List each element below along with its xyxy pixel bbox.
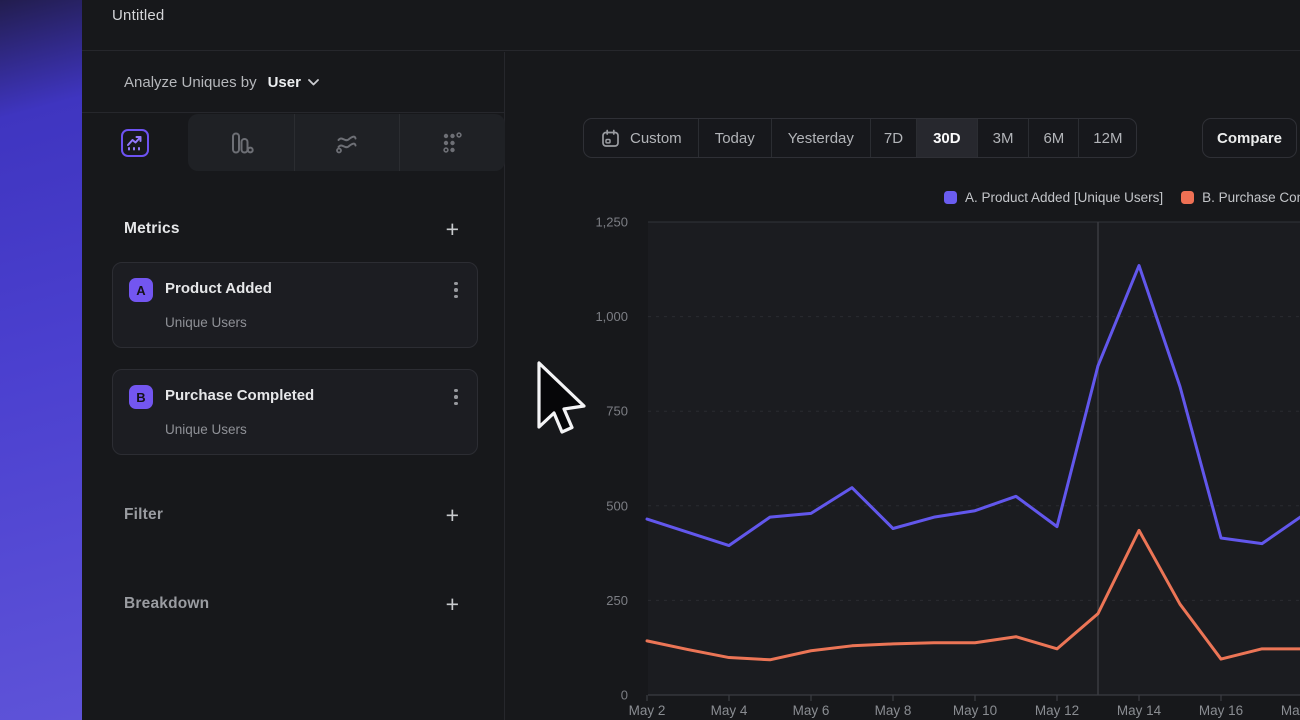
- left-gradient-strip: [0, 0, 82, 720]
- compare-button[interactable]: Compare: [1202, 118, 1297, 158]
- legend-swatch-a: [944, 191, 957, 204]
- metric-name: Purchase Completed: [165, 387, 314, 404]
- tab-grid-dots[interactable]: [399, 114, 505, 171]
- metric-card-b[interactable]: B Purchase Completed Unique Users: [112, 369, 478, 455]
- analyze-by-label: Analyze Uniques by: [124, 74, 257, 91]
- legend-label: A. Product Added [Unique Users]: [965, 190, 1163, 205]
- metric-subtitle: Unique Users: [165, 315, 247, 330]
- metric-subtitle: Unique Users: [165, 422, 247, 437]
- range-label: 3M: [993, 130, 1014, 147]
- x-axis-label: May 6: [793, 703, 830, 718]
- sidebar: Analyze Uniques by User: [82, 52, 505, 720]
- compare-label: Compare: [1217, 130, 1282, 147]
- tab-bar-chart[interactable]: [188, 114, 294, 171]
- legend-swatch-b: [1181, 191, 1194, 204]
- metrics-title: Metrics: [124, 220, 180, 238]
- stream-icon: [334, 130, 360, 156]
- metric-badge-a: A: [129, 278, 153, 302]
- tab-stream[interactable]: [294, 114, 400, 171]
- range-button-yesterday[interactable]: Yesterday: [771, 119, 870, 157]
- top-bar: Untitled: [82, 0, 1300, 51]
- range-label: 6M: [1043, 130, 1064, 147]
- filter-header: Filter +: [82, 500, 504, 530]
- date-range-selector: Custom Today Yesterday 7D 30D 3M 6M 12M: [583, 118, 1137, 158]
- y-axis-label: 1,000: [595, 309, 628, 324]
- metric-card-a[interactable]: A Product Added Unique Users: [112, 262, 478, 348]
- range-button-custom[interactable]: Custom: [584, 119, 698, 157]
- range-button-7d[interactable]: 7D: [870, 119, 916, 157]
- y-axis-label: 500: [606, 498, 628, 513]
- metric-name: Product Added: [165, 280, 272, 297]
- plot-area: [648, 222, 1300, 695]
- y-axis-label: 750: [606, 404, 628, 419]
- x-axis-label: May 18: [1281, 703, 1300, 718]
- app-window: Untitled Analyze Uniques by User: [0, 0, 1300, 720]
- x-axis-label: May 4: [711, 703, 748, 718]
- chart-panel: 0 250 500 750 1,000 1,250 May 2 May 4 May 6 May 8…: [505, 51, 1300, 720]
- x-axis-label: May 14: [1117, 703, 1162, 718]
- range-button-today[interactable]: Today: [698, 119, 771, 157]
- analyze-by-value: User: [268, 74, 301, 91]
- y-axis-label: 1,250: [595, 215, 628, 230]
- add-breakdown-button[interactable]: +: [446, 593, 459, 615]
- range-label: Today: [715, 130, 755, 147]
- x-axis-label: May 16: [1199, 703, 1243, 718]
- bar-chart-icon: [228, 130, 254, 156]
- analyze-by-row: Analyze Uniques by User: [82, 52, 504, 113]
- range-button-3m[interactable]: 3M: [977, 119, 1029, 157]
- range-button-12m[interactable]: 12M: [1078, 119, 1136, 157]
- add-metric-button[interactable]: +: [446, 218, 459, 240]
- breakdown-title: Breakdown: [124, 595, 209, 613]
- legend-item-b[interactable]: B. Purchase Completed [Unique Users]: [1181, 190, 1300, 205]
- metrics-header: Metrics +: [82, 214, 504, 244]
- range-label: Custom: [630, 130, 682, 147]
- x-axis-label: May 2: [629, 703, 666, 718]
- analyze-by-dropdown[interactable]: User: [268, 74, 319, 91]
- y-axis-label: 250: [606, 593, 628, 608]
- range-button-30d[interactable]: 30D: [916, 119, 977, 157]
- tab-line-chart[interactable]: [82, 114, 188, 171]
- add-filter-button[interactable]: +: [446, 504, 459, 526]
- range-label: Yesterday: [788, 130, 854, 147]
- metric-menu-button[interactable]: [447, 386, 465, 408]
- legend-label: B. Purchase Completed [Unique Users]: [1202, 190, 1300, 205]
- x-axis-label: May 8: [875, 703, 912, 718]
- grid-dots-icon: [439, 130, 465, 156]
- calendar-icon: [600, 128, 621, 149]
- legend-item-a[interactable]: A. Product Added [Unique Users]: [944, 190, 1163, 205]
- range-label: 7D: [884, 130, 903, 147]
- chevron-down-icon: [308, 79, 319, 86]
- line-chart-icon: [121, 129, 149, 157]
- chart-type-tabs-inactive: [188, 114, 505, 171]
- range-button-6m[interactable]: 6M: [1028, 119, 1078, 157]
- metric-menu-button[interactable]: [447, 279, 465, 301]
- y-axis-label: 0: [621, 688, 628, 703]
- range-label: 12M: [1093, 130, 1122, 147]
- page-title: Untitled: [112, 7, 164, 24]
- x-axis-label: May 10: [953, 703, 997, 718]
- filter-title: Filter: [124, 506, 163, 524]
- x-axis-label: May 12: [1035, 703, 1079, 718]
- chart-legend: A. Product Added [Unique Users] B. Purch…: [944, 190, 1300, 205]
- metric-badge-b: B: [129, 385, 153, 409]
- range-label: 30D: [933, 130, 961, 147]
- breakdown-header: Breakdown +: [82, 589, 504, 619]
